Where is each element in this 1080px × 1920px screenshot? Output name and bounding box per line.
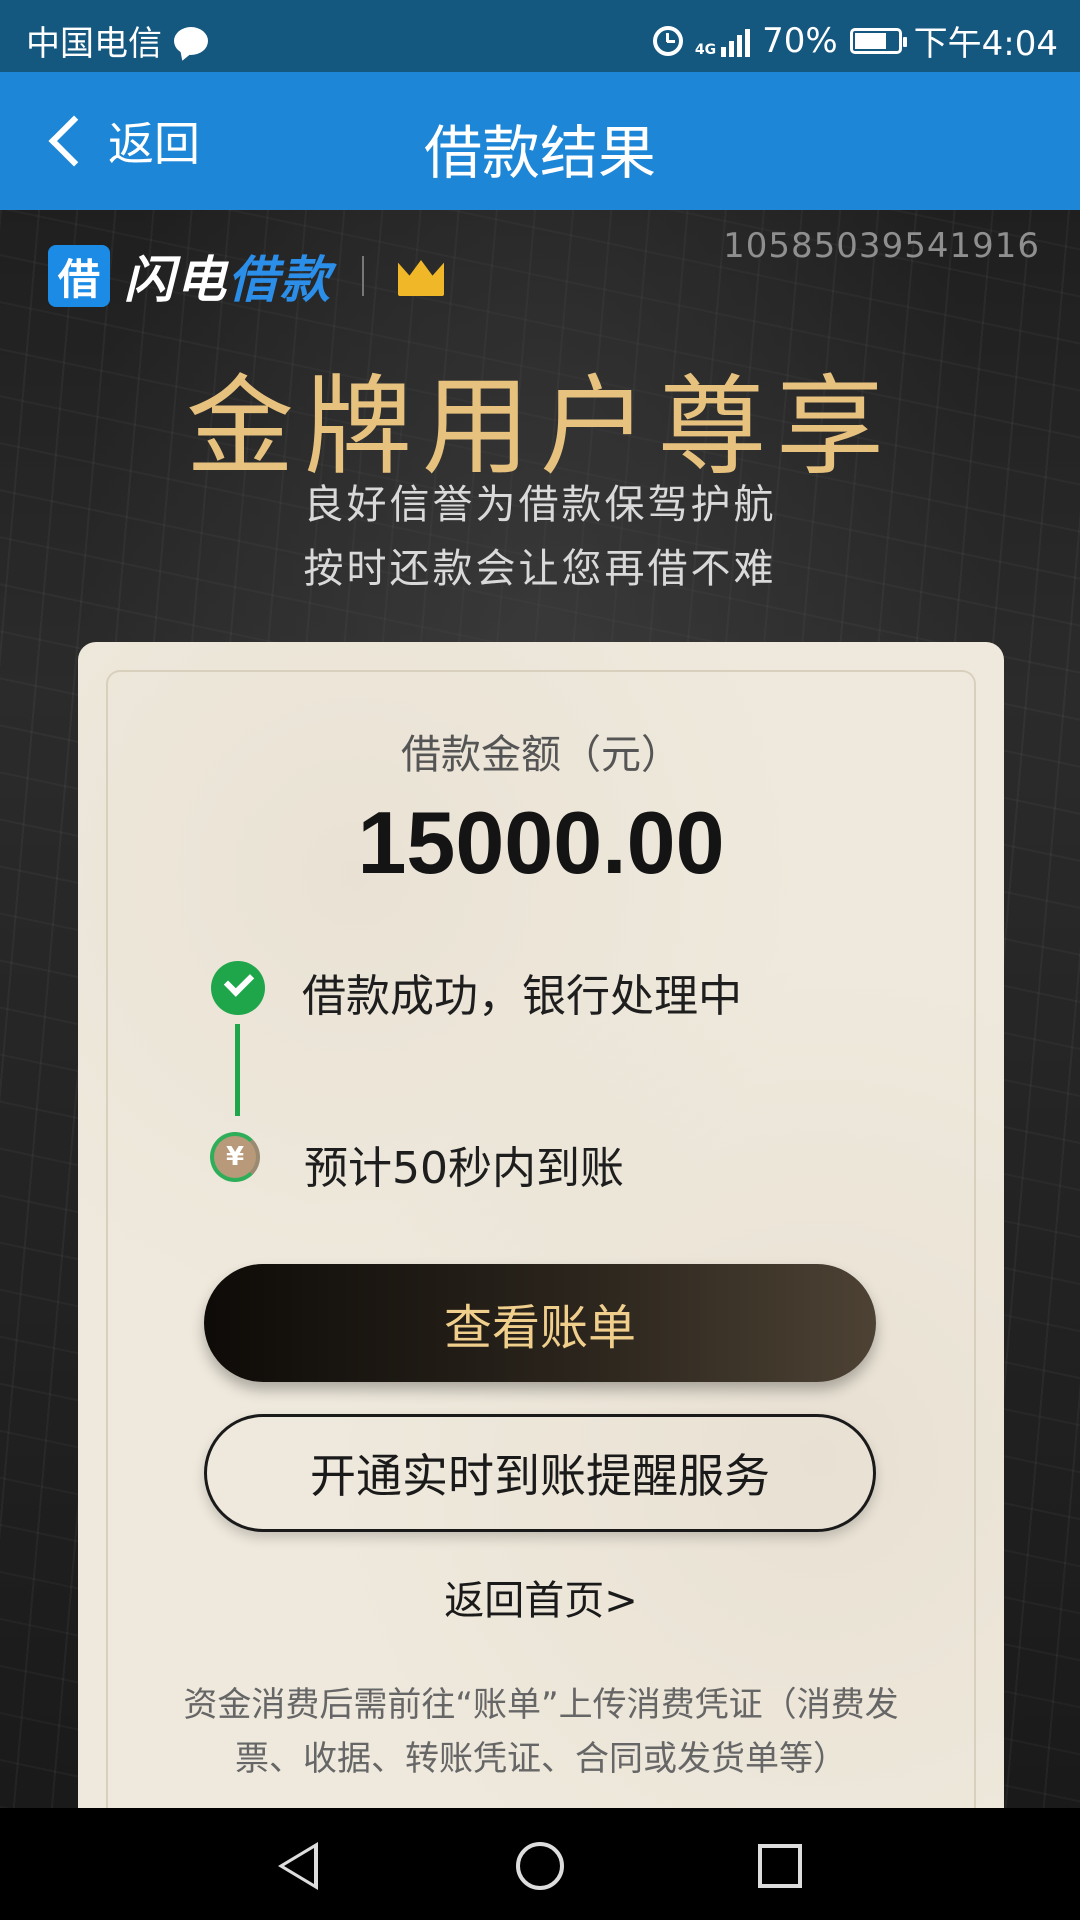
system-back-icon[interactable] <box>278 1842 318 1890</box>
logo-text: 闪电借款 <box>124 240 332 312</box>
order-number: 10585039541916 <box>723 226 1040 266</box>
hero-subtitle-line1: 良好信誉为借款保驾护航 <box>303 482 777 528</box>
chat-bubble-icon <box>174 26 208 55</box>
step-status-arrival: 预计50秒内到账 <box>304 1143 624 1194</box>
battery-icon <box>849 27 907 54</box>
system-nav-bar <box>0 1808 1080 1920</box>
screen: 中国电信 4G 70% 下午4:04 返回 借款结果 借 闪电借款 105850… <box>0 0 1080 1920</box>
amount-label: 借款金额（元） <box>401 732 681 778</box>
logo-badge: 借 <box>48 245 110 307</box>
crown-icon <box>394 256 448 296</box>
coin-icon: ¥ <box>210 1132 260 1182</box>
enable-notification-button[interactable]: 开通实时到账提醒服务 <box>204 1414 876 1532</box>
loan-result-card: 借款金额（元） 15000.00 ¥ 借款成功，银行处理中 预计50秒内到账 查… <box>78 642 1004 1808</box>
battery-percent: 70% <box>762 20 838 61</box>
status-bar: 中国电信 4G 70% 下午4:04 <box>0 0 1080 72</box>
nav-bar: 返回 借款结果 <box>0 72 1080 210</box>
clock: 下午4:04 <box>913 24 1058 64</box>
hero-subtitle-line2: 按时还款会让您再借不难 <box>303 546 777 592</box>
status-right: 4G 70% 下午4:04 <box>652 16 1058 65</box>
system-recents-icon[interactable] <box>758 1844 802 1888</box>
alarm-icon <box>652 25 683 56</box>
page-title: 借款结果 <box>423 119 656 187</box>
signal-icon: 4G <box>694 25 751 58</box>
check-icon <box>211 961 265 1015</box>
footnote: 资金消费后需前往“账单”上传消费凭证（消费发票、收据、转账凭证、合同或发货单等） <box>183 1685 899 1779</box>
carrier-name: 中国电信 <box>26 24 162 64</box>
logo-divider <box>362 256 364 296</box>
logo-text-b: 借款 <box>228 251 332 309</box>
progress-connector <box>235 1024 240 1116</box>
step-status-success: 借款成功，银行处理中 <box>302 971 742 1022</box>
back-to-home-link[interactable]: 返回首页> <box>78 1568 1004 1626</box>
brand-logo: 借 闪电借款 <box>48 240 448 312</box>
network-type: 4G <box>694 41 717 58</box>
logo-text-a: 闪电 <box>124 251 228 309</box>
amount-value: 15000.00 <box>357 793 725 892</box>
view-bill-button[interactable]: 查看账单 <box>204 1264 876 1382</box>
system-home-icon[interactable] <box>516 1842 564 1890</box>
status-left: 中国电信 <box>26 16 208 65</box>
